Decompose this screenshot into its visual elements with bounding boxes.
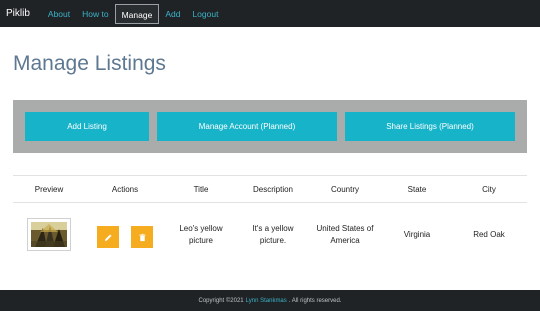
manage-account-button[interactable]: Manage Account (Planned) <box>157 112 337 141</box>
edit-listing-button[interactable] <box>97 226 119 248</box>
add-listing-button[interactable]: Add Listing <box>25 112 149 141</box>
nav-logout-link[interactable]: Logout <box>186 4 224 24</box>
header-title: Title <box>193 185 209 194</box>
table-header: Preview Actions Title Description Countr… <box>13 175 527 203</box>
listings-table: Preview Actions Title Description Countr… <box>13 175 527 265</box>
share-listings-button[interactable]: Share Listings (Planned) <box>345 112 515 141</box>
nav-about-link[interactable]: About <box>42 4 76 24</box>
cell-city: Red Oak <box>473 230 505 239</box>
header-description: Description <box>252 185 293 194</box>
header-actions: Actions <box>111 185 139 194</box>
nav-add-link[interactable]: Add <box>159 4 186 24</box>
header-state: State <box>407 185 427 194</box>
table-row: Leo's yellow picture It's a yellow pictu… <box>13 203 527 265</box>
nav-howto-link[interactable]: How to <box>76 4 114 24</box>
footer-author-link[interactable]: Lynn Stankmas <box>246 298 287 304</box>
cell-title: Leo's yellow picture <box>179 224 223 245</box>
footer-copyright: Copyright ©2021 <box>198 297 244 304</box>
action-panel: Add Listing Manage Account (Planned) Sha… <box>13 100 527 153</box>
delete-listing-button[interactable] <box>131 226 153 248</box>
footer-rights: . All rights reserved. <box>288 297 342 304</box>
page-title: Manage Listings <box>13 52 166 75</box>
nav-manage-link[interactable]: Manage <box>114 3 160 24</box>
top-navbar: Piklib About How to Manage Add Logout <box>0 0 540 27</box>
brand-logo[interactable]: Piklib <box>6 8 30 19</box>
cell-description: It's a yellow picture. <box>252 224 294 245</box>
header-preview: Preview <box>34 185 64 194</box>
listing-thumbnail[interactable] <box>27 218 71 251</box>
header-city: City <box>482 185 496 194</box>
trash-icon <box>138 233 146 241</box>
footer: Copyright ©2021 Lynn Stankmas . All righ… <box>0 290 540 311</box>
cell-state: Virginia <box>403 230 431 239</box>
pencil-icon <box>104 233 112 241</box>
header-country: Country <box>330 185 359 194</box>
photo-thumbnail-image <box>31 222 67 247</box>
cell-country: United States of America <box>316 224 374 245</box>
